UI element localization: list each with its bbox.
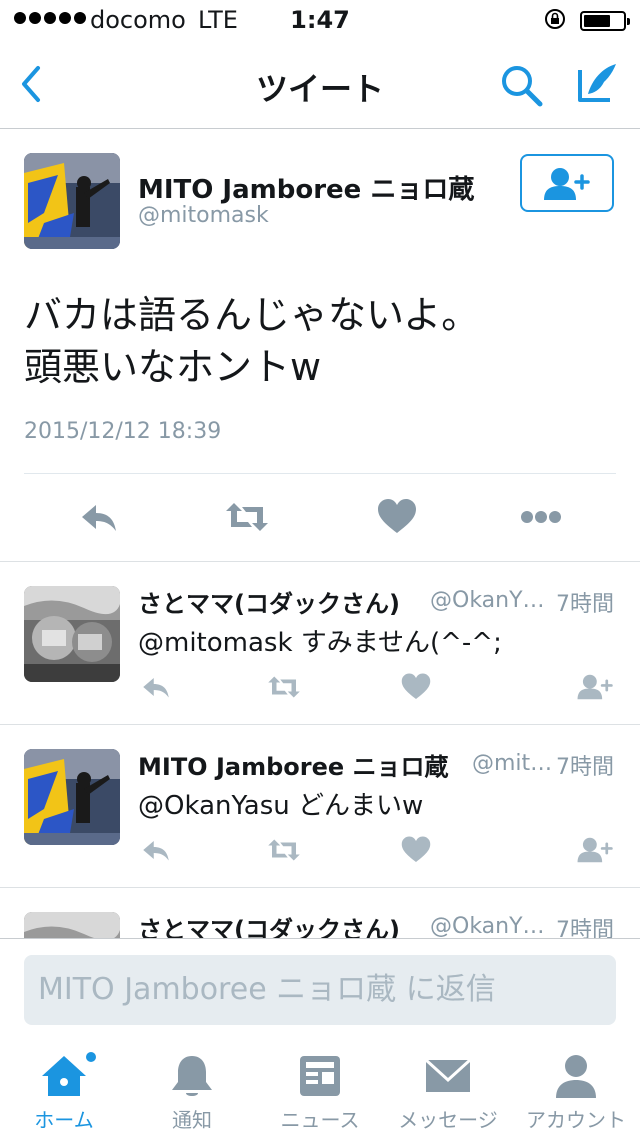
reply-time: 7時間	[556, 755, 614, 780]
reply-author-name[interactable]: さとママ(コダックさん)	[138, 910, 400, 938]
reply-author-display-name: さとママ(コダックさん)	[138, 916, 400, 938]
news-icon	[300, 1056, 340, 1096]
reply-author-avatar[interactable]	[24, 912, 120, 938]
tab-messages[interactable]: メッセージ	[384, 1036, 512, 1136]
home-icon	[42, 1056, 86, 1096]
add-user-icon	[544, 168, 590, 200]
divider	[24, 473, 616, 474]
navigation-bar: ツイート	[0, 40, 640, 129]
author-handle[interactable]: @mitomask	[138, 203, 269, 228]
status-bar: docomo LTE 1:47	[0, 0, 640, 40]
tweet-text-line: バカは語るんじゃないよ。	[24, 293, 480, 337]
tab-notifications[interactable]: 通知	[128, 1036, 256, 1136]
search-icon[interactable]	[498, 62, 544, 108]
rotation-lock-icon	[545, 9, 565, 29]
like-heart-icon[interactable]	[398, 835, 434, 865]
tweet-timestamp: 2015/12/12 18:39	[24, 419, 222, 444]
tab-label: 通知	[172, 1108, 212, 1132]
reply-author-handle: @OkanY…	[430, 588, 545, 613]
bell-icon	[172, 1056, 212, 1096]
author-avatar[interactable]	[24, 153, 120, 249]
follow-user-icon[interactable]	[576, 835, 616, 865]
tab-home[interactable]: ホーム	[0, 1036, 128, 1136]
follow-user-icon[interactable]	[576, 672, 616, 702]
reply-compose-bar	[0, 938, 640, 1037]
reply-tweet[interactable]: さとママ(コダックさん) @OkanY… 7時間 @mitomask すみません…	[0, 562, 640, 725]
reply-tweet[interactable]: MITO Jamboree ニョロ蔵 @mit… 7時間 @OkanYasu ど…	[0, 725, 640, 888]
reply-icon[interactable]	[78, 497, 120, 537]
reply-icon[interactable]	[138, 835, 174, 865]
retweet-icon[interactable]	[264, 672, 304, 702]
reply-author-display-name: MITO Jamboree ニョロ蔵	[138, 753, 449, 781]
person-icon	[556, 1055, 596, 1098]
tab-label: ホーム	[34, 1108, 94, 1132]
tab-label: メッセージ	[398, 1108, 498, 1132]
reply-input[interactable]	[24, 955, 616, 1025]
tab-label: ニュース	[280, 1108, 360, 1132]
new-content-indicator	[86, 1052, 96, 1062]
compose-tweet-icon[interactable]	[574, 60, 620, 106]
reply-text: @OkanYasu どんまいw	[138, 791, 424, 821]
reply-text: @mitomask すみません(^-^;	[138, 628, 502, 658]
tab-news[interactable]: ニュース	[256, 1036, 384, 1136]
tweet-text: バカは語るんじゃないよ。 頭悪いなホントw	[24, 289, 479, 393]
reply-time: 7時間	[556, 918, 614, 938]
retweet-icon[interactable]	[224, 497, 270, 537]
more-options-icon[interactable]	[518, 497, 564, 537]
reply-author-name[interactable]: MITO Jamboree ニョロ蔵	[138, 747, 449, 782]
reply-author-handle: @mit…	[472, 751, 553, 776]
tab-label: アカウント	[526, 1108, 626, 1132]
reply-author-display-name: さとママ(コダックさん)	[138, 590, 400, 618]
like-heart-icon[interactable]	[376, 497, 418, 537]
retweet-icon[interactable]	[264, 835, 304, 865]
reply-author-avatar[interactable]	[24, 749, 120, 845]
battery-icon	[580, 11, 630, 31]
tab-account[interactable]: アカウント	[512, 1036, 640, 1136]
reply-author-name[interactable]: さとママ(コダックさん)	[138, 584, 400, 619]
reply-author-avatar[interactable]	[24, 586, 120, 682]
envelope-icon	[424, 1058, 472, 1092]
author-name[interactable]: MITO Jamboree ニョロ蔵	[138, 169, 474, 206]
tweet-text-line: 頭悪いなホントw	[24, 345, 322, 389]
page-title: ツイート	[255, 70, 384, 108]
main-tweet: MITO Jamboree ニョロ蔵 @mitomask バカは語るんじゃないよ…	[0, 129, 640, 562]
reply-time: 7時間	[556, 592, 614, 617]
reply-tweet[interactable]: さとママ(コダックさん) @OkanY… 7時間	[0, 888, 640, 938]
reply-author-handle: @OkanY…	[430, 914, 545, 938]
like-heart-icon[interactable]	[398, 672, 434, 702]
follow-button[interactable]	[520, 154, 614, 212]
reply-icon[interactable]	[138, 672, 174, 702]
tab-bar: ホーム 通知 ニュース メッセージ アカウント	[0, 1036, 640, 1136]
